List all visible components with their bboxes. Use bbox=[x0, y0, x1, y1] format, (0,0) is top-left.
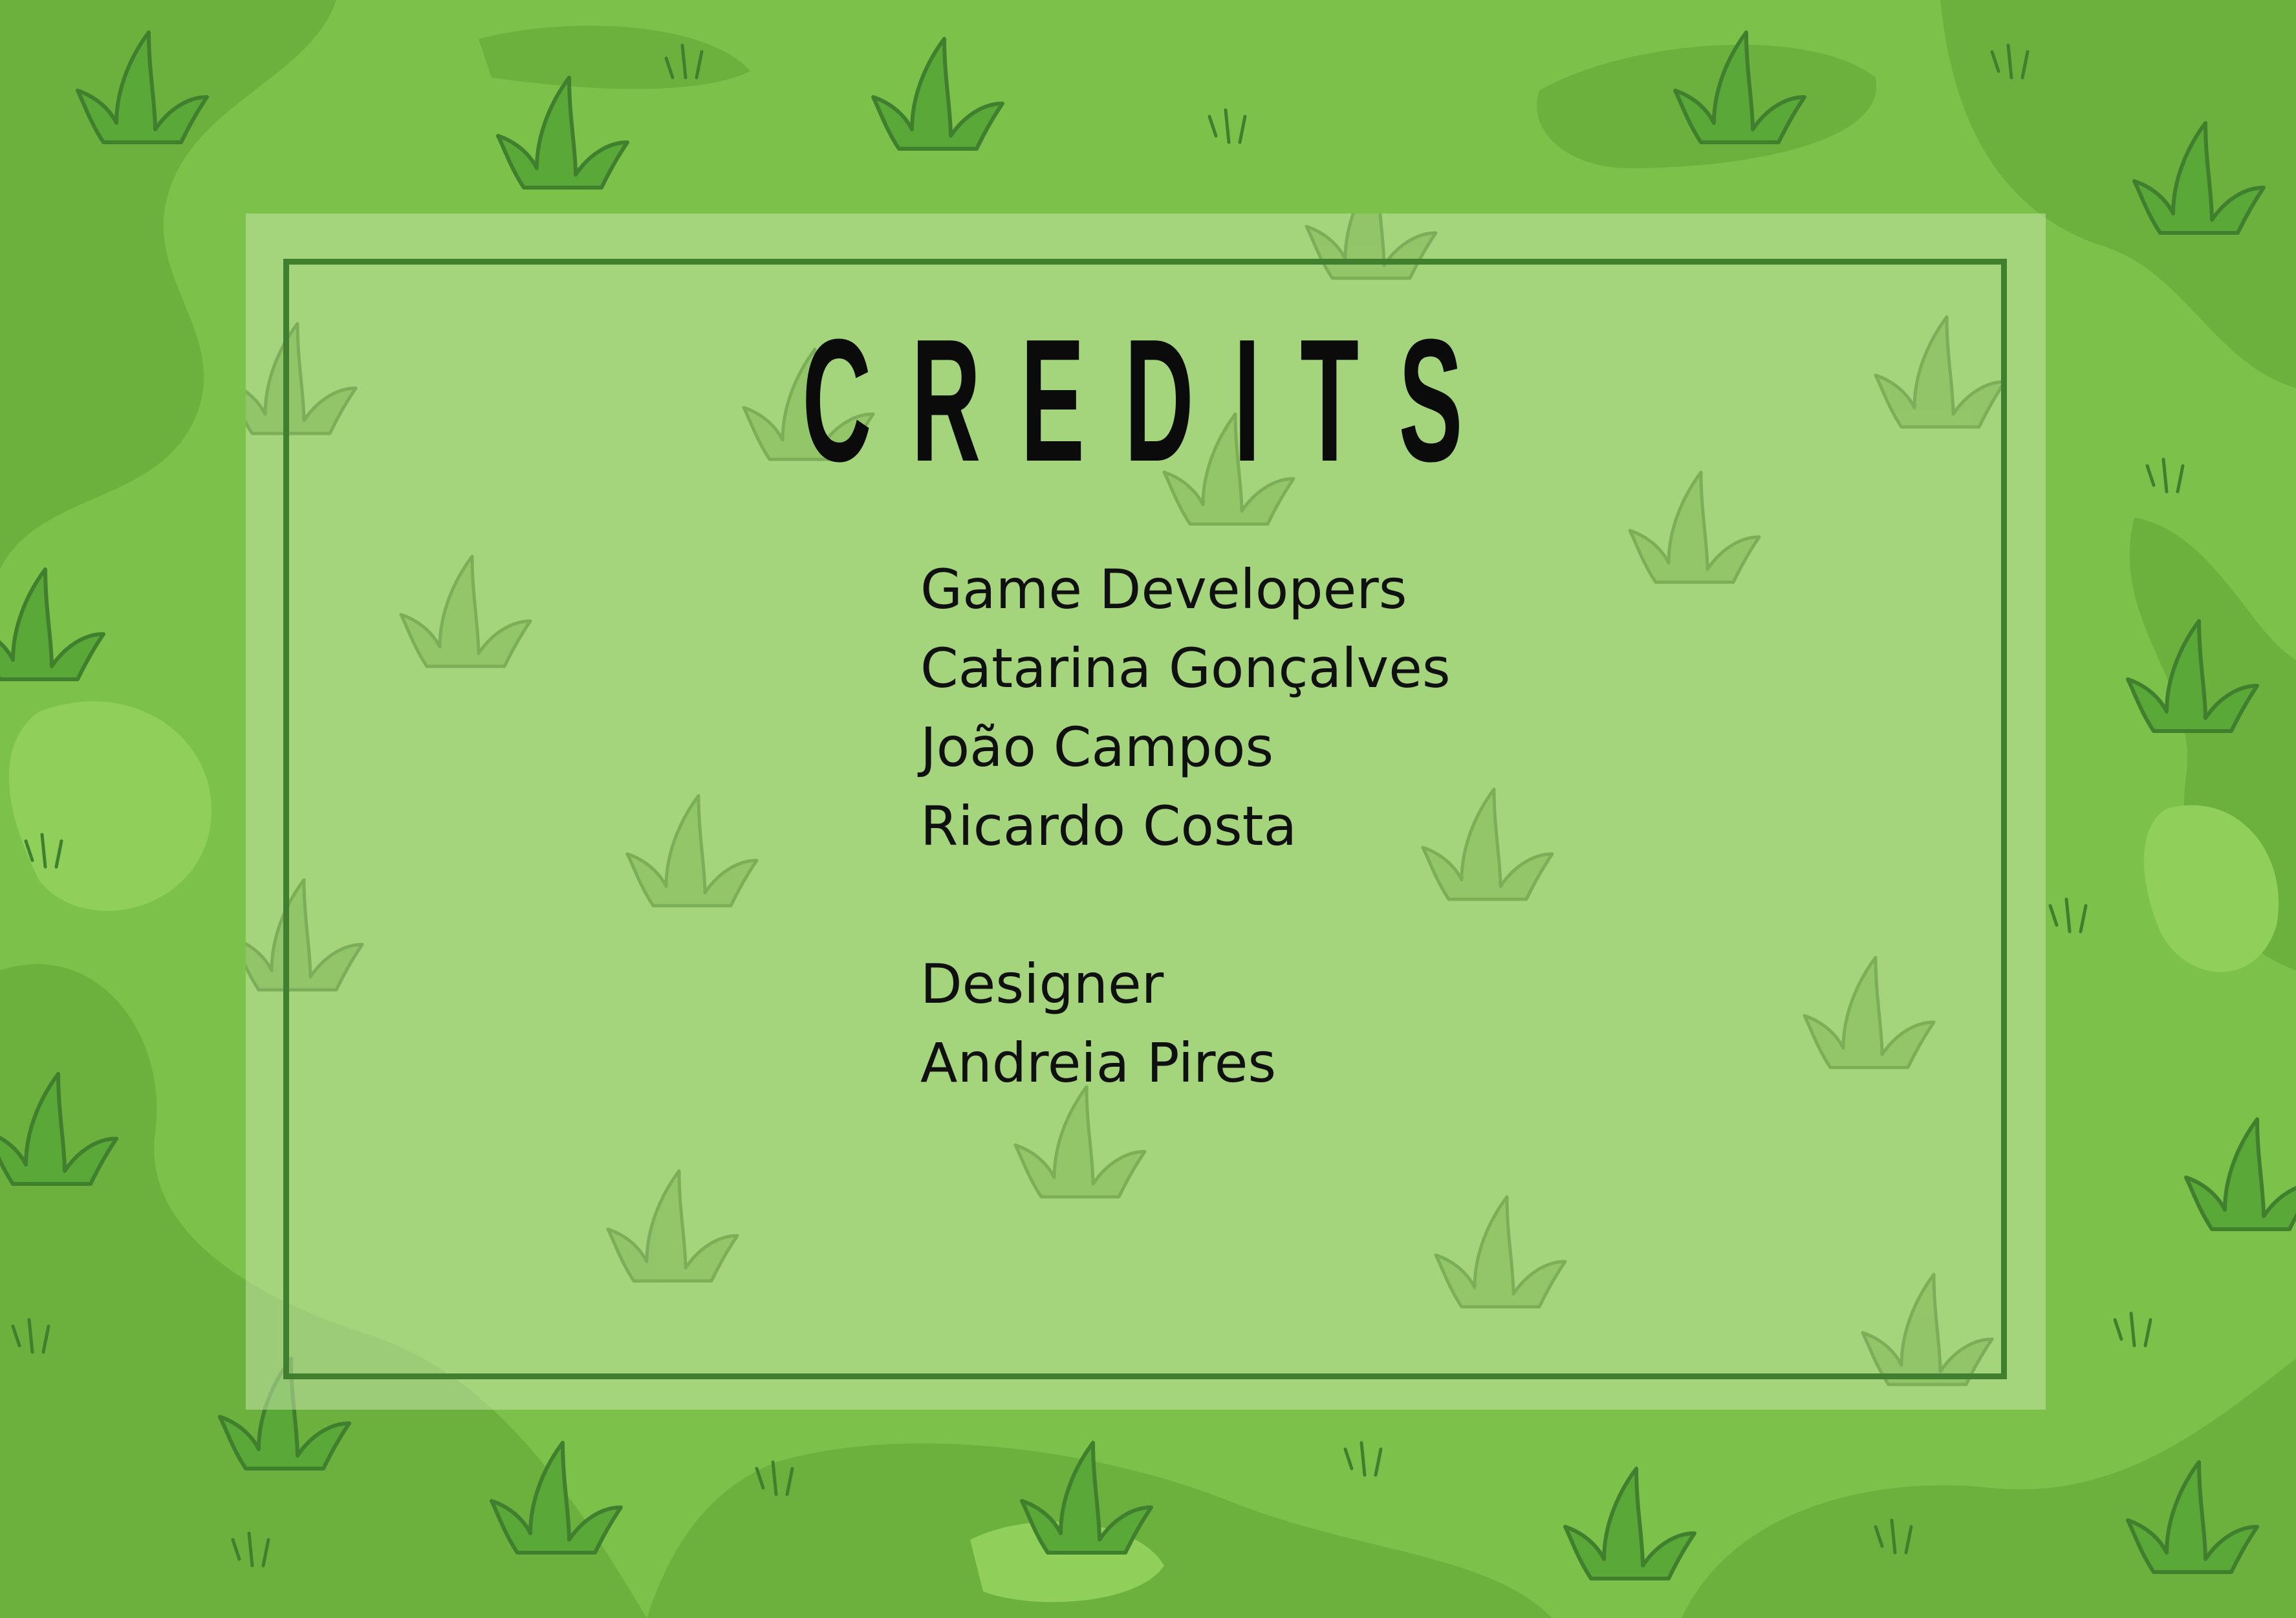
credits-title: CREDITS bbox=[802, 303, 1503, 498]
credits-list: Game Developers Catarina Gonçalves João … bbox=[920, 550, 1451, 1102]
credit-name: Ricardo Costa bbox=[920, 794, 1297, 858]
section-heading-developers: Game Developers bbox=[920, 558, 1407, 621]
credit-name: Andreia Pires bbox=[920, 1031, 1277, 1095]
credit-name: Catarina Gonçalves bbox=[920, 637, 1451, 700]
credit-name: João Campos bbox=[920, 716, 1274, 779]
section-heading-designer: Designer bbox=[920, 952, 1164, 1016]
